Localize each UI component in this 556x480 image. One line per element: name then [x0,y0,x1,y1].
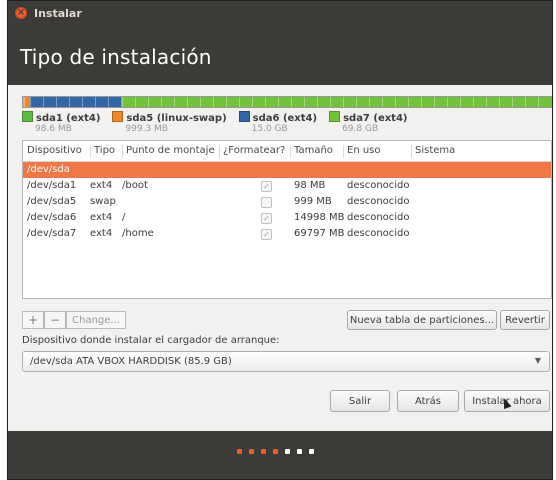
partition-toolbar: + − Change... [22,311,126,329]
table-row[interactable]: /dev/sda5 swap 999 MB desconocido [23,194,551,210]
column-header-format[interactable]: ¿Formatear? [219,145,285,158]
partition-legend: sda1 (ext4) 98.6 MB sda5 (linux-swap) 99… [22,111,420,134]
used-cell: desconocido [347,180,410,191]
legend-swatch [112,111,124,122]
progress-dot-done [261,449,266,454]
content-area: sda1 (ext4) 98.6 MB sda5 (linux-swap) 99… [8,85,552,431]
device-cell: /dev/sda1 [27,180,77,191]
column-header-type[interactable]: Tipo [90,145,115,158]
progress-dot-done [237,449,242,454]
type-cell: ext4 [90,228,113,239]
legend-size: 15.0 GB [251,124,288,134]
mount-cell: / [122,212,126,223]
legend-size: 69.8 GB [342,124,379,134]
footer [8,431,552,479]
table-row[interactable]: /dev/sda7 ext4/home ✓ 69797 MB desconocido [23,226,551,242]
change-partition-button[interactable]: Change... [66,311,126,329]
column-header-system[interactable]: Sistema [411,145,551,158]
table-row-selected[interactable]: /dev/sda [23,162,551,178]
revert-button[interactable]: Revertir [500,310,550,330]
device-cell: /dev/sda7 [27,228,77,239]
window-title: Instalar [34,7,82,20]
close-icon[interactable]: × [15,7,27,19]
device-cell: /dev/sda5 [27,196,77,207]
mount-cell: /boot [122,180,148,191]
size-cell: 98 MB [294,180,326,191]
device-cell: /dev/sda [27,164,70,175]
bootloader-device-value: /dev/sda ATA VBOX HARDDISK (85.9 GB) [30,356,232,367]
progress-dots [237,449,321,454]
checkbox-icon[interactable] [261,197,272,208]
progress-dot-pending [309,449,314,454]
back-button[interactable]: Atrás [397,390,459,412]
column-header-mount[interactable]: Punto de montaje [122,145,215,158]
legend-item-sda1: sda1 (ext4) 98.6 MB [22,111,100,134]
legend-label: sda7 (ext4) [343,113,408,124]
installer-window: × Instalar Tipo de instalación sda1 (ext… [7,0,553,480]
quit-button[interactable]: Salir [330,390,390,412]
table-row[interactable]: /dev/sda1 ext4/boot ✓ 98 MB desconocido [23,178,551,194]
legend-size: 999.3 MB [125,124,168,134]
legend-swatch [22,111,33,122]
legend-label: sda6 (ext4) [252,113,318,124]
legend-item-sda7: sda7 (ext4) 69.8 GB [329,111,408,134]
remove-partition-button[interactable]: − [44,311,67,329]
chevron-down-icon: ▼ [534,356,541,365]
page-title: Tipo de instalación [20,45,212,69]
progress-dot-done [249,449,254,454]
type-cell: swap [90,196,116,207]
checkbox-icon[interactable]: ✓ [261,229,272,240]
table-body: /dev/sda1 ext4/boot ✓ 98 MB desconocido/dev/… [23,178,551,242]
legend-item-sda6: sda6 (ext4) 15.0 GB [238,111,318,134]
legend-swatch [238,111,250,122]
table-header: Dispositivo Tipo Punto de montaje ¿Forma… [23,141,551,162]
used-cell: desconocido [347,212,410,223]
type-cell: ext4 [90,212,113,223]
header: Tipo de instalación [8,25,552,85]
bootloader-device-select[interactable]: /dev/sda ATA VBOX HARDDISK (85.9 GB) ▼ [22,351,550,372]
device-cell: /dev/sda6 [27,212,77,223]
partition-segment-sda7 [122,97,551,107]
mount-cell: /home [122,228,154,239]
size-cell: 14998 MB [294,212,345,223]
partition-segment-sda6 [29,97,123,107]
titlebar: × Instalar [8,1,552,25]
legend-label: sda1 (ext4) [36,113,101,124]
legend-size: 98.6 MB [35,124,72,134]
legend-swatch [329,111,341,122]
checkbox-icon[interactable]: ✓ [261,181,272,192]
size-cell: 69797 MB [294,228,345,239]
checkbox-icon[interactable]: ✓ [261,213,272,224]
used-cell: desconocido [347,228,410,239]
column-header-size[interactable]: Tamaño [290,145,333,158]
legend-item-sda5: sda5 (linux-swap) 999.3 MB [112,111,227,134]
progress-dot-pending [285,449,290,454]
size-cell: 999 MB [294,196,332,207]
progress-dot-pending [297,449,302,454]
legend-label: sda5 (linux-swap) [126,113,227,124]
bootloader-label: Dispositivo donde instalar el cargador d… [22,335,280,346]
column-header-device[interactable]: Dispositivo [24,145,82,158]
partition-table: Dispositivo Tipo Punto de montaje ¿Forma… [22,140,552,299]
partition-bar [22,96,552,108]
progress-dot-done [273,449,278,454]
new-partition-table-button[interactable]: Nueva tabla de particiones... [347,310,497,330]
add-partition-button[interactable]: + [22,311,45,329]
used-cell: desconocido [347,196,410,207]
table-row[interactable]: /dev/sda6 ext4 / ✓ 14998 MB desconocido [23,210,551,226]
column-header-used[interactable]: En uso [343,145,381,158]
type-cell: ext4 [90,180,113,191]
